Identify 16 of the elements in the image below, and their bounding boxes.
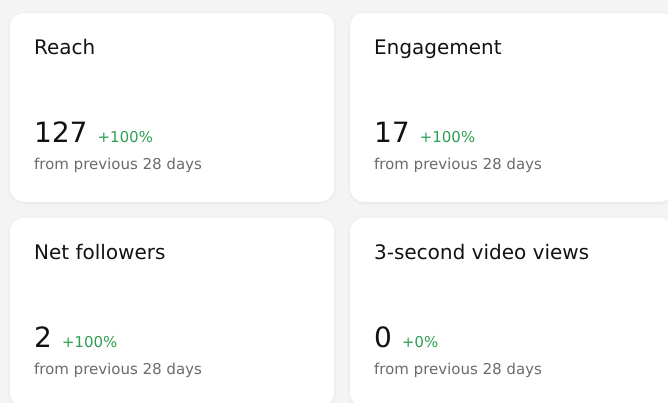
comparison-caption: from previous 28 days	[34, 155, 203, 173]
comparison-caption: from previous 28 days	[34, 360, 203, 378]
metric-value: 2	[34, 322, 52, 354]
card-title: Engagement	[374, 35, 503, 59]
comparison-caption: from previous 28 days	[374, 360, 543, 378]
change-percent: +100%	[97, 128, 153, 146]
change-percent: +100%	[420, 128, 476, 146]
metric-value: 0	[374, 322, 392, 354]
change-percent: +0%	[402, 333, 438, 351]
metric-value: 17	[374, 117, 410, 149]
metric-value: 127	[34, 117, 88, 149]
change-percent: +100%	[62, 333, 118, 351]
card-title: 3-second video views	[374, 240, 590, 264]
card-title: Reach	[34, 35, 96, 59]
card-title: Net followers	[34, 240, 166, 264]
comparison-caption: from previous 28 days	[374, 155, 543, 173]
